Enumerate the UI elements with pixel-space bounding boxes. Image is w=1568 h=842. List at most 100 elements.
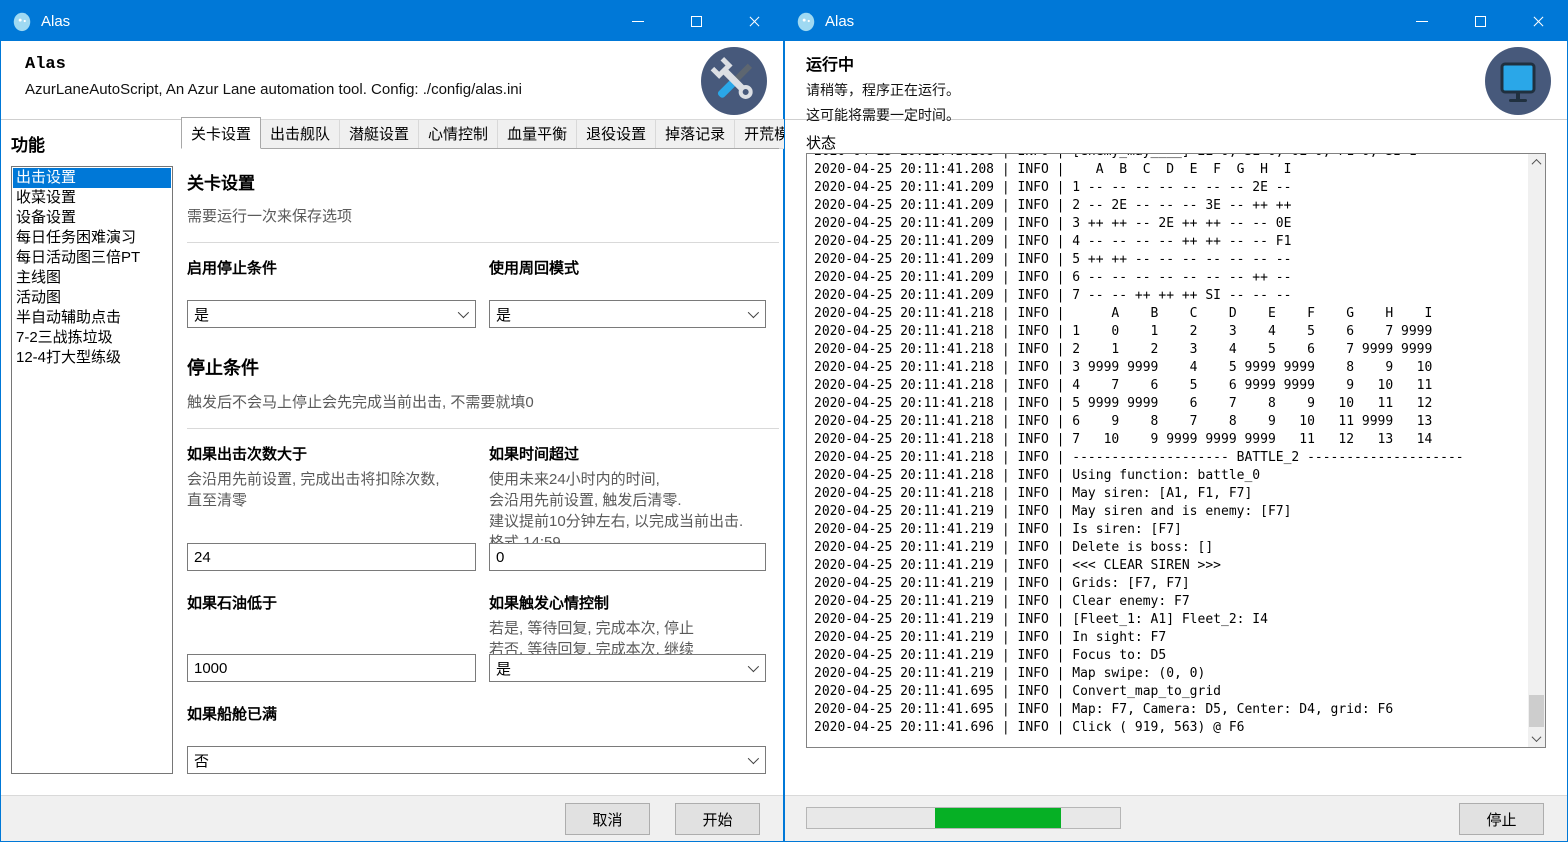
loop-mode-select[interactable]: 是 [489,300,766,328]
sidebar-item[interactable]: 设备设置 [13,208,171,228]
log-scrollbar[interactable] [1528,154,1545,747]
dock-full-select[interactable]: 否 [187,746,766,774]
minimize-button[interactable] [1393,1,1451,41]
main-panel: 关卡设置出击舰队潜艇设置心情控制血量平衡退役设置掉落记录开荒模式 关卡设置 需要… [181,123,779,774]
minimize-icon [1416,21,1428,22]
left-footer: 取消 开始 [1,795,783,841]
titlebar-app-name: Alas [41,13,70,30]
time-limit-desc: 使用未来24小时内的时间, 会沿用先前设置, 触发后清零. 建议提前10分钟左右… [489,469,766,553]
progress-fill [935,808,1060,828]
scroll-thumb[interactable] [1529,695,1544,727]
chevron-down-icon [748,307,759,318]
enable-stop-select[interactable]: 是 [187,300,476,328]
cancel-button[interactable]: 取消 [565,803,650,835]
sidebar-item[interactable]: 每日活动图三倍PT [13,248,171,268]
divider [187,242,779,243]
tab-1[interactable]: 关卡设置 [181,117,261,149]
wrench-screwdriver-icon [701,47,767,115]
attack-count-desc: 会沿用先前设置, 完成出击将扣除次数, 直至清零 [187,469,476,511]
sidebar-heading: 功能 [11,131,173,156]
close-icon [1532,15,1545,28]
enable-stop-value: 是 [194,304,209,325]
monitor-icon [1485,47,1551,115]
settings-form: 关卡设置 需要运行一次来保存选项 启用停止条件 使用周回模式 是 是 停止条件 … [181,169,779,774]
divider [187,428,779,429]
sidebar-item[interactable]: 收菜设置 [13,188,171,208]
sidebar-item[interactable]: 7-2三战拣垃圾 [13,328,171,348]
section-title: 关卡设置 [187,169,779,194]
app-logo-icon [795,10,817,32]
chevron-down-icon [458,307,469,318]
chevron-down-icon [748,661,759,672]
enable-stop-label: 启用停止条件 [187,257,476,278]
tab-4[interactable]: 心情控制 [419,119,498,149]
close-icon [748,15,761,28]
stop-button[interactable]: 停止 [1459,803,1544,835]
section-subtitle: 需要运行一次来保存选项 [187,205,779,226]
tab-bar: 关卡设置出击舰队潜艇设置心情控制血量平衡退役设置掉落记录开荒模式 [181,123,779,149]
sidebar-item[interactable]: 主线图 [13,268,171,288]
maximize-icon [1475,16,1486,27]
window-running: Alas 运行中 请稍等，程序正在运行。 这可能将需要一定时间。 状态 2020… [784,0,1568,842]
chevron-down-icon [1532,732,1542,742]
sidebar-item[interactable]: 出击设置 [13,168,171,188]
dock-full-label: 如果船舱已满 [187,703,779,724]
titlebar-app-name: Alas [825,13,854,30]
stop-condition-desc: 触发后不会马上停止会先完成当前出击, 不需要就填0 [187,391,779,412]
running-line-1: 请稍等，程序正在运行。 [806,80,1567,100]
running-title: 运行中 [806,51,1567,75]
app-title: Alas [25,55,783,74]
scroll-down-button[interactable] [1528,730,1545,747]
tab-2[interactable]: 出击舰队 [261,119,340,149]
running-line-2: 这可能将需要一定时间。 [806,105,1567,125]
maximize-button[interactable] [667,1,725,41]
attack-count-label: 如果出击次数大于 [187,443,476,464]
sidebar: 功能 出击设置收菜设置设备设置每日任务困难演习每日活动图三倍PT主线图活动图半自… [11,127,173,774]
right-footer: 停止 [785,795,1567,841]
progress-bar [806,807,1121,829]
start-button[interactable]: 开始 [675,803,760,835]
emotion-control-value: 是 [496,658,511,679]
loop-mode-label: 使用周回模式 [489,257,766,278]
emotion-control-label: 如果触发心情控制 [489,592,766,613]
close-button[interactable] [725,1,783,41]
app-header: Alas AzurLaneAutoScript, An Azur Lane au… [1,41,783,120]
dock-full-value: 否 [194,750,209,771]
tab-5[interactable]: 血量平衡 [498,119,577,149]
function-list[interactable]: 出击设置收菜设置设备设置每日任务困难演习每日活动图三倍PT主线图活动图半自动辅助… [11,166,173,774]
log-box[interactable]: 2020-04-25 20:11:41.208 | INFO | [enemy_… [806,153,1546,748]
status-label: 状态 [806,132,836,153]
oil-below-label: 如果石油低于 [187,592,476,613]
titlebar: Alas [1,1,783,41]
minimize-icon [632,21,644,22]
log-clip: 2020-04-25 20:11:41.208 | INFO | [enemy_… [807,154,1528,747]
running-header: 运行中 请稍等，程序正在运行。 这可能将需要一定时间。 [785,41,1567,120]
stop-condition-title: 停止条件 [187,354,779,380]
app-subtitle: AzurLaneAutoScript, An Azur Lane automat… [25,81,783,98]
scroll-up-button[interactable] [1528,154,1545,171]
sidebar-item[interactable]: 每日任务困难演习 [13,228,171,248]
titlebar: Alas [785,1,1567,41]
maximize-icon [691,16,702,27]
tab-7[interactable]: 掉落记录 [656,119,735,149]
chevron-down-icon [748,753,759,764]
oil-below-input[interactable] [187,654,476,682]
chevron-up-icon [1532,159,1542,169]
emotion-control-select[interactable]: 是 [489,654,766,682]
tab-underline [181,148,779,149]
log-text: 2020-04-25 20:11:41.208 | INFO | [enemy_… [807,154,1528,737]
close-button[interactable] [1509,1,1567,41]
maximize-button[interactable] [1451,1,1509,41]
time-limit-input[interactable] [489,543,766,571]
loop-mode-value: 是 [496,304,511,325]
sidebar-item[interactable]: 12-4打大型练级 [13,348,171,368]
time-limit-label: 如果时间超过 [489,443,766,464]
sidebar-item[interactable]: 半自动辅助点击 [13,308,171,328]
app-logo-icon [11,10,33,32]
tab-3[interactable]: 潜艇设置 [340,119,419,149]
sidebar-item[interactable]: 活动图 [13,288,171,308]
attack-count-input[interactable] [187,543,476,571]
tab-6[interactable]: 退役设置 [577,119,656,149]
minimize-button[interactable] [609,1,667,41]
window-settings: Alas Alas AzurLaneAutoScript, An Azur La… [0,0,784,842]
